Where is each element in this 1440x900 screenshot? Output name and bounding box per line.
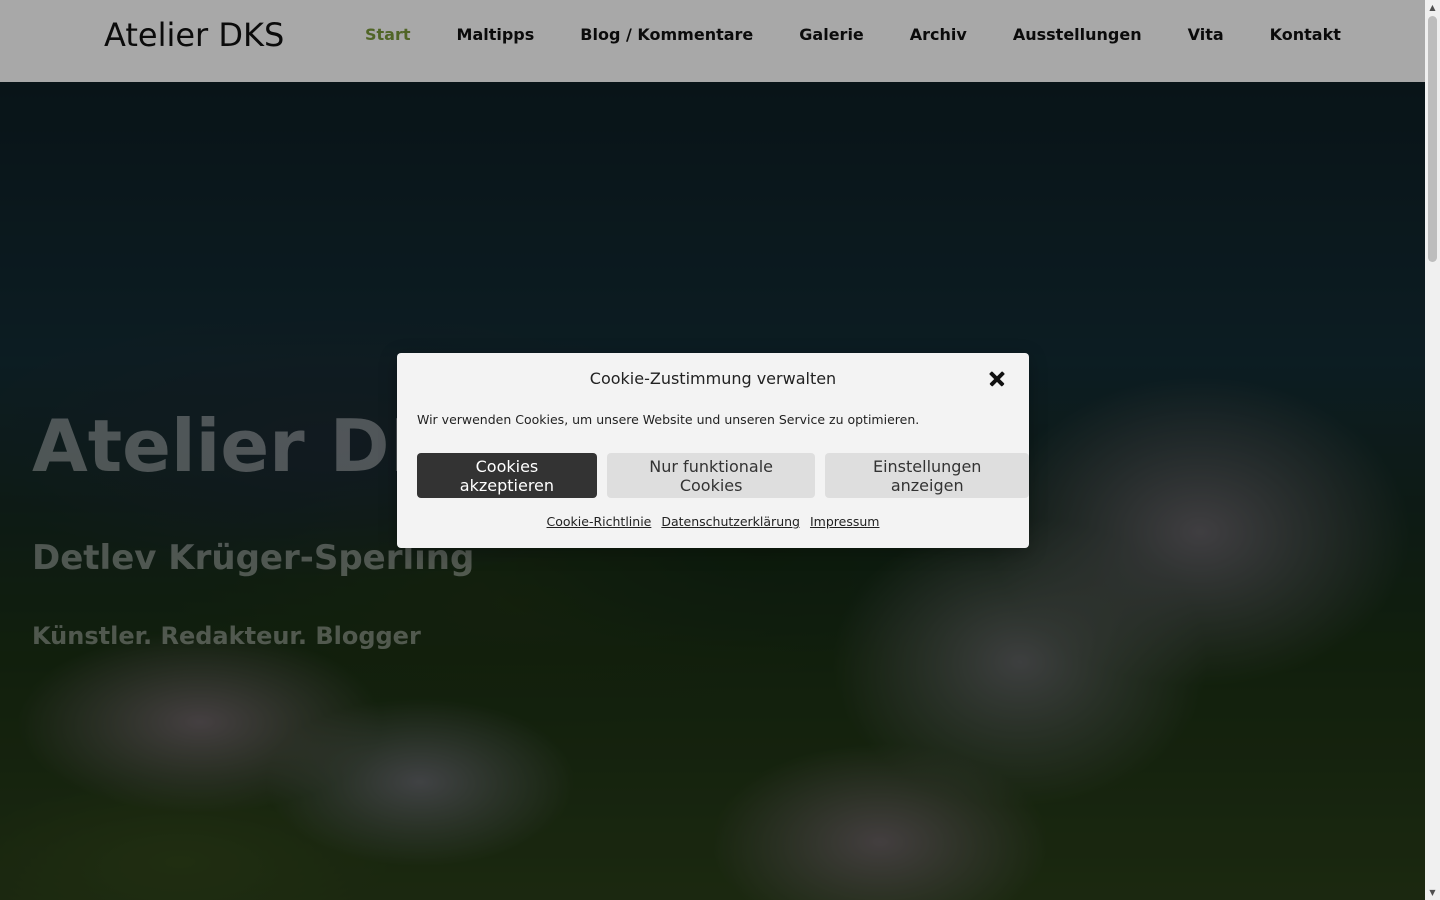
- close-icon[interactable]: [987, 369, 1007, 389]
- cookie-dialog-text: Wir verwenden Cookies, um unsere Website…: [417, 412, 920, 427]
- cookie-button-group: Cookies akzeptieren Nur funktionale Cook…: [417, 453, 1030, 498]
- scroll-up-arrow-icon[interactable]: ▲: [1425, 0, 1440, 15]
- cookie-dialog-title: Cookie-Zustimmung verwalten: [589, 369, 837, 388]
- cookie-consent-dialog: Cookie-Zustimmung verwalten Wir verwende…: [397, 353, 1030, 548]
- scroll-down-arrow-icon[interactable]: ▼: [1425, 885, 1440, 900]
- privacy-policy-link[interactable]: Datenschutzerklärung: [661, 514, 800, 529]
- accept-cookies-button[interactable]: Cookies akzeptieren: [417, 453, 597, 498]
- imprint-link[interactable]: Impressum: [810, 514, 879, 529]
- page-scrollbar[interactable]: ▲ ▼: [1425, 0, 1440, 900]
- show-settings-button[interactable]: Einstellungen anzeigen: [825, 453, 1030, 498]
- functional-cookies-button[interactable]: Nur funktionale Cookies: [606, 453, 816, 498]
- cookie-links: Cookie-Richtlinie Datenschutzerklärung I…: [397, 514, 1029, 529]
- scrollbar-thumb[interactable]: [1428, 16, 1437, 262]
- cookie-policy-link[interactable]: Cookie-Richtlinie: [547, 514, 652, 529]
